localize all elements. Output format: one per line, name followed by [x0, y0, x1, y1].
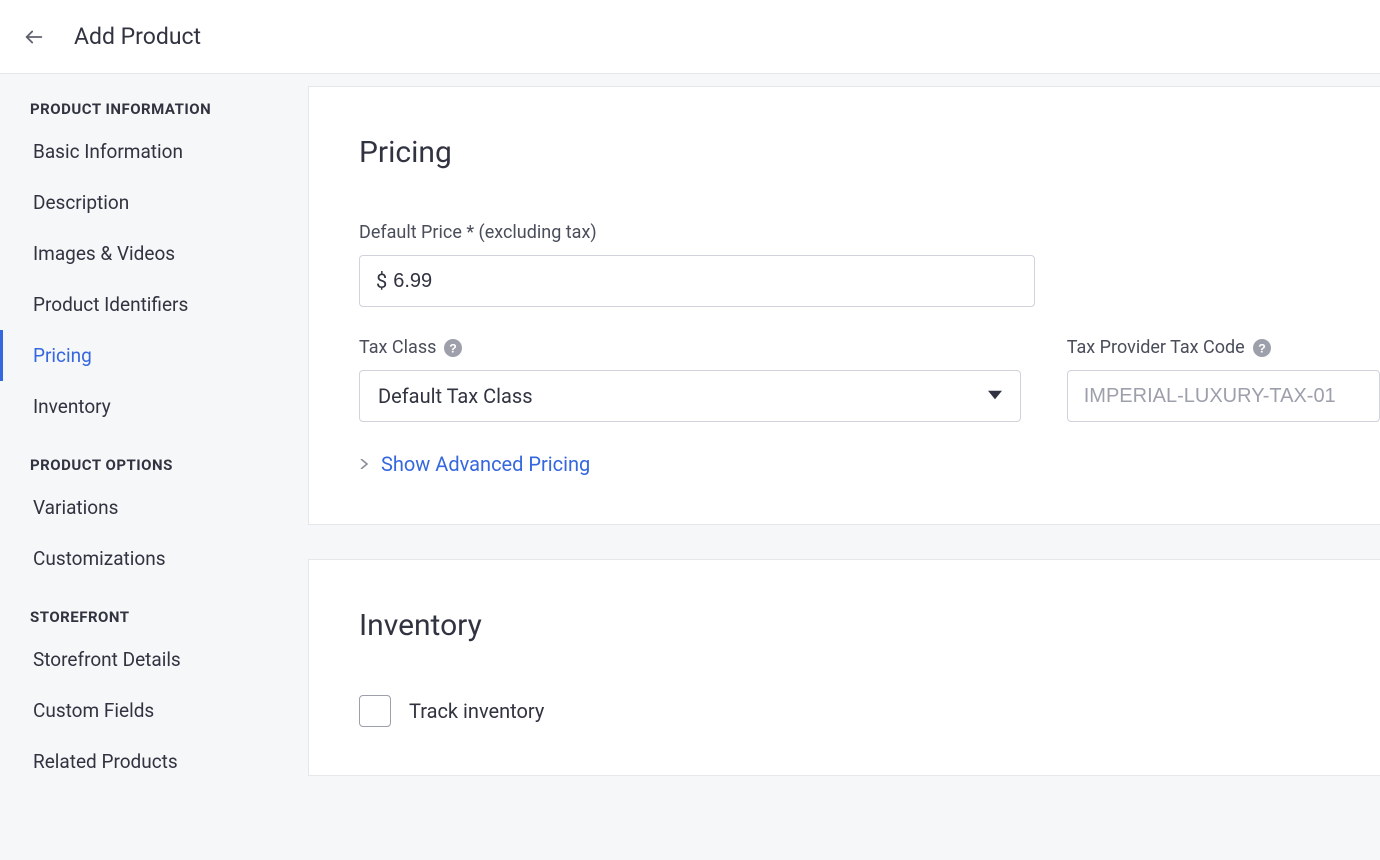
pricing-card: Pricing Default Price * (excluding tax) … — [308, 86, 1380, 525]
sidebar-item-product-identifiers[interactable]: Product Identifiers — [0, 279, 308, 330]
track-inventory-label: Track inventory — [409, 699, 544, 723]
sidebar-item-images-videos[interactable]: Images & Videos — [0, 228, 308, 279]
track-inventory-row[interactable]: Track inventory — [359, 695, 1380, 727]
inventory-title: Inventory — [359, 608, 1380, 643]
tax-code-label: Tax Provider Tax Code ? — [1067, 337, 1380, 358]
tax-code-input-wrap[interactable] — [1067, 370, 1380, 422]
sidebar-item-related-products[interactable]: Related Products — [0, 736, 308, 787]
tax-class-group: Tax Class ? Default Tax Class — [359, 337, 1021, 422]
sidebar-item-custom-fields[interactable]: Custom Fields — [0, 685, 308, 736]
sidebar-item-inventory[interactable]: Inventory — [0, 381, 308, 432]
show-advanced-pricing-label: Show Advanced Pricing — [381, 452, 590, 476]
sidebar: PRODUCT INFORMATION Basic Information De… — [0, 74, 308, 860]
pricing-title: Pricing — [359, 135, 1380, 170]
tax-class-label: Tax Class ? — [359, 337, 1021, 358]
sidebar-item-pricing[interactable]: Pricing — [0, 330, 308, 381]
inventory-card: Inventory Track inventory — [308, 559, 1380, 776]
help-icon[interactable]: ? — [444, 339, 462, 357]
chevron-right-icon — [359, 459, 369, 469]
sidebar-item-description[interactable]: Description — [0, 177, 308, 228]
back-button[interactable] — [18, 21, 50, 53]
tax-code-input[interactable] — [1084, 385, 1363, 408]
default-price-input[interactable] — [393, 270, 1018, 293]
chevron-down-icon — [988, 387, 1002, 406]
sidebar-item-basic-information[interactable]: Basic Information — [0, 126, 308, 177]
arrow-left-icon — [23, 26, 45, 48]
tax-code-label-text: Tax Provider Tax Code — [1067, 337, 1245, 358]
sidebar-item-storefront-details[interactable]: Storefront Details — [0, 634, 308, 685]
track-inventory-checkbox[interactable] — [359, 695, 391, 727]
sidebar-item-customizations[interactable]: Customizations — [0, 533, 308, 584]
tax-code-group: Tax Provider Tax Code ? — [1067, 337, 1380, 422]
tax-class-value: Default Tax Class — [378, 384, 533, 408]
svg-text:?: ? — [450, 341, 458, 355]
help-icon[interactable]: ? — [1253, 339, 1271, 357]
tax-class-label-text: Tax Class — [359, 337, 436, 358]
currency-symbol: $ — [376, 269, 387, 293]
body-area: PRODUCT INFORMATION Basic Information De… — [0, 74, 1380, 860]
tax-class-select[interactable]: Default Tax Class — [359, 370, 1021, 422]
page-title: Add Product — [74, 23, 201, 50]
svg-text:?: ? — [1258, 341, 1266, 355]
default-price-label: Default Price * (excluding tax) — [359, 222, 1035, 243]
show-advanced-pricing[interactable]: Show Advanced Pricing — [359, 452, 1380, 476]
header-bar: Add Product — [0, 0, 1380, 74]
default-price-input-wrap[interactable]: $ — [359, 255, 1035, 307]
sidebar-section-title: PRODUCT OPTIONS — [0, 450, 308, 482]
sidebar-section-title: STOREFRONT — [0, 602, 308, 634]
default-price-group: Default Price * (excluding tax) $ — [359, 222, 1035, 307]
main-content: Pricing Default Price * (excluding tax) … — [308, 74, 1380, 860]
sidebar-item-variations[interactable]: Variations — [0, 482, 308, 533]
sidebar-section-title: PRODUCT INFORMATION — [0, 94, 308, 126]
